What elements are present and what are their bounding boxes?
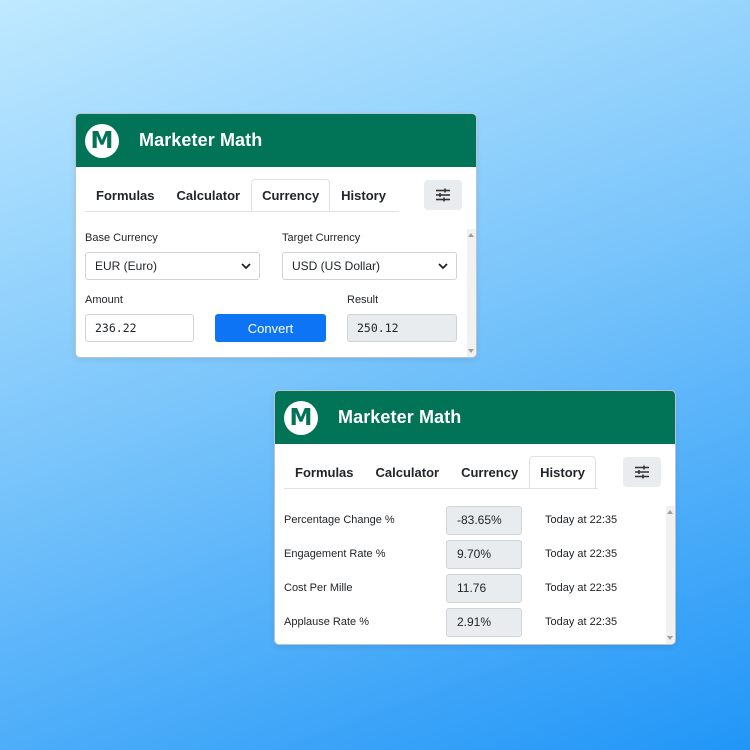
settings-button[interactable] <box>623 457 661 487</box>
app-header: M Marketer Math <box>275 391 675 444</box>
history-timestamp: Today at 22:35 <box>545 514 618 526</box>
tab-formulas[interactable]: Formulas <box>85 179 166 210</box>
history-value: 9.70% <box>446 540 522 569</box>
scroll-down-arrow-icon[interactable] <box>468 349 474 353</box>
target-currency-value: USD (US Dollar) <box>292 259 381 273</box>
tab-bar: Formulas Calculator Currency History <box>85 179 399 212</box>
tab-calculator[interactable]: Calculator <box>166 179 252 210</box>
settings-button[interactable] <box>424 180 462 210</box>
history-row: Engagement Rate % 9.70% Today at 22:35 <box>284 540 654 569</box>
history-formula-name: Applause Rate % <box>284 616 369 628</box>
chevron-down-icon <box>241 263 251 270</box>
amount-value: 236.22 <box>95 321 137 335</box>
app-logo: M <box>284 400 318 435</box>
history-card: M Marketer Math Formulas Calculator Curr… <box>274 390 676 645</box>
tab-currency[interactable]: Currency <box>450 456 529 487</box>
scroll-up-arrow-icon[interactable] <box>468 233 474 237</box>
tab-currency[interactable]: Currency <box>251 179 331 211</box>
result-output: 250.12 <box>347 314 457 342</box>
target-currency-select[interactable]: USD (US Dollar) <box>282 252 457 280</box>
history-timestamp: Today at 22:35 <box>545 548 618 560</box>
history-value: -83.65% <box>446 506 522 535</box>
base-currency-select[interactable]: EUR (Euro) <box>85 252 260 280</box>
history-timestamp: Today at 22:35 <box>545 582 618 594</box>
chevron-down-icon <box>438 263 448 270</box>
history-formula-name: Percentage Change % <box>284 514 395 526</box>
target-currency-label: Target Currency <box>282 232 361 244</box>
scrollbar[interactable] <box>666 506 675 644</box>
history-formula-name: Engagement Rate % <box>284 548 386 560</box>
history-row: Percentage Change % -83.65% Today at 22:… <box>284 506 654 535</box>
history-value: 11.76 <box>446 574 522 603</box>
tab-formulas[interactable]: Formulas <box>284 456 365 487</box>
history-row: Applause Rate % 2.91% Today at 22:35 <box>284 608 654 637</box>
app-title: Marketer Math <box>338 407 462 427</box>
tab-history[interactable]: History <box>330 179 397 210</box>
scroll-down-arrow-icon[interactable] <box>667 636 673 640</box>
convert-button[interactable]: Convert <box>215 314 326 342</box>
scrollbar[interactable] <box>467 229 476 357</box>
scroll-up-arrow-icon[interactable] <box>667 510 673 514</box>
history-value: 2.91% <box>446 608 522 637</box>
tab-calculator[interactable]: Calculator <box>365 456 451 487</box>
history-row: Cost Per Mille 11.76 Today at 22:35 <box>284 574 654 603</box>
sliders-icon <box>436 188 450 202</box>
history-formula-name: Cost Per Mille <box>284 582 353 594</box>
app-logo: M <box>85 123 119 158</box>
result-label: Result <box>347 294 379 306</box>
sliders-icon <box>635 465 649 479</box>
amount-input[interactable]: 236.22 <box>85 314 194 342</box>
currency-card: M Marketer Math Formulas Calculator Curr… <box>75 113 477 358</box>
tab-bar: Formulas Calculator Currency History <box>284 456 598 489</box>
base-currency-value: EUR (Euro) <box>95 259 158 273</box>
base-currency-label: Base Currency <box>85 232 158 244</box>
app-header: M Marketer Math <box>76 114 476 167</box>
amount-label: Amount <box>85 294 123 306</box>
tab-history[interactable]: History <box>529 456 596 488</box>
result-value: 250.12 <box>357 321 399 335</box>
app-title: Marketer Math <box>139 130 263 150</box>
history-timestamp: Today at 22:35 <box>545 616 618 628</box>
